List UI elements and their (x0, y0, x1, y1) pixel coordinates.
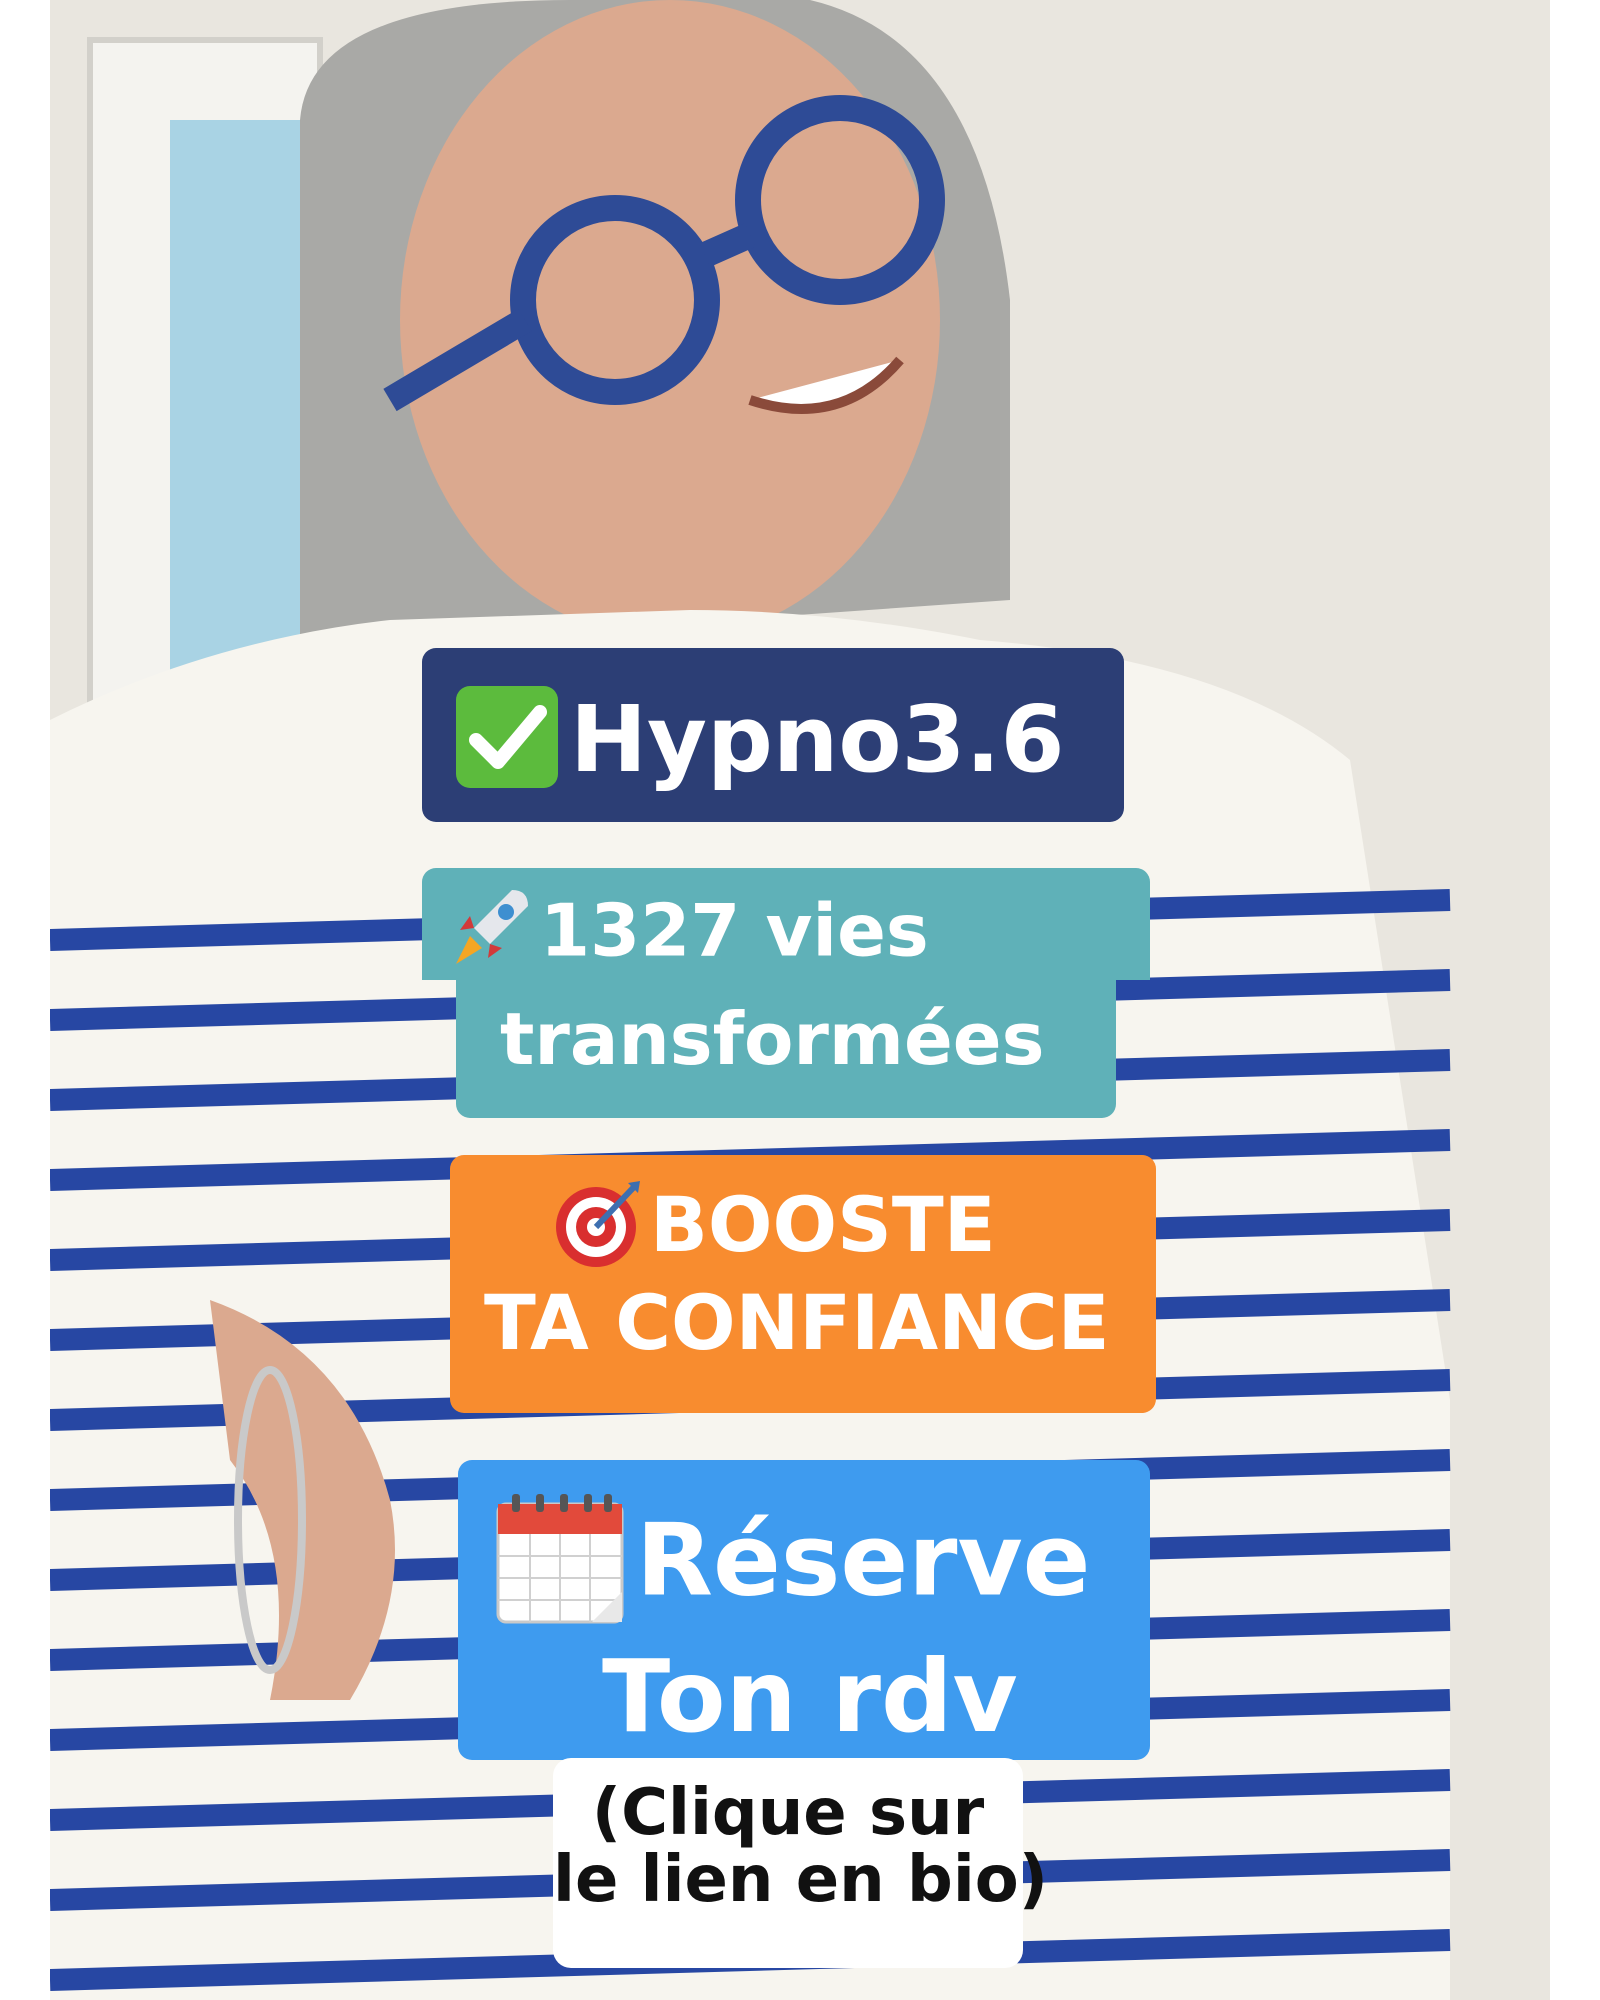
target-icon (550, 1177, 642, 1283)
check-mark-icon (452, 682, 562, 810)
note-line-1: (Clique sur (591, 1776, 985, 1850)
stats-sticker-bottom: transformées (456, 978, 1116, 1118)
reserve-sticker: Réserve Ton rdv (458, 1460, 1150, 1760)
brand-text: Hypno3.6 (570, 686, 1065, 794)
calendar-icon (492, 1490, 628, 1644)
boost-line-1: BOOSTE (650, 1179, 996, 1269)
reserve-line-1: Réserve (636, 1501, 1091, 1619)
note-line-2: le lien en bio) (553, 1843, 1048, 1918)
stats-sticker-top: 1327 vies (422, 868, 1150, 980)
rocket-icon (452, 886, 532, 986)
boost-line-2: TA CONFIANCE (484, 1277, 1110, 1367)
stats-line-1: 1327 vies (540, 888, 929, 973)
boost-sticker: BOOSTE TA CONFIANCE (450, 1155, 1156, 1413)
brand-sticker: Hypno3.6 (422, 648, 1124, 822)
note-sticker: (Clique sur le lien en bio) (553, 1758, 1048, 1968)
reserve-line-2: Ton rdv (602, 1638, 1018, 1755)
stats-line-2: transformées (500, 997, 1045, 1081)
